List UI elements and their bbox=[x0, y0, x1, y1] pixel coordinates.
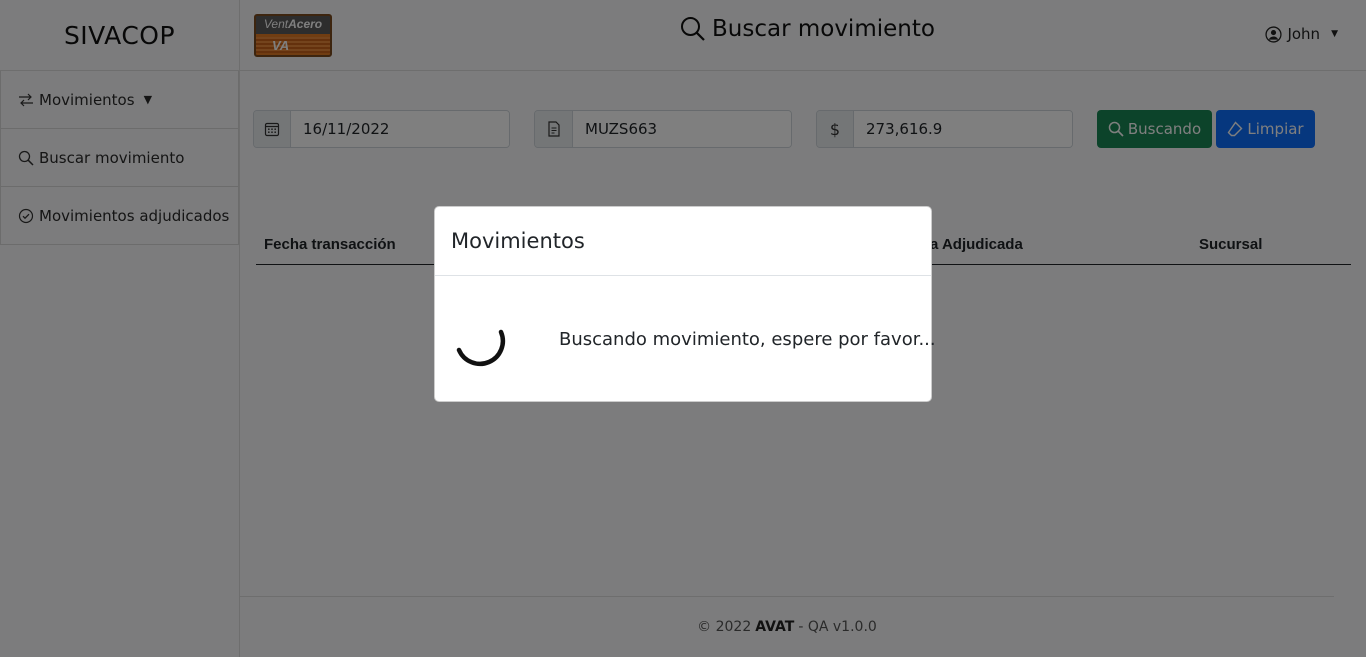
loading-spinner-icon bbox=[456, 329, 506, 366]
modal-message: Buscando movimiento, espere por favor... bbox=[559, 329, 936, 350]
modal-body: Buscando movimiento, espere por favor... bbox=[435, 276, 936, 403]
modal-title: Movimientos bbox=[435, 207, 931, 276]
loading-modal: Movimientos Buscando movimiento, espere … bbox=[434, 206, 936, 403]
